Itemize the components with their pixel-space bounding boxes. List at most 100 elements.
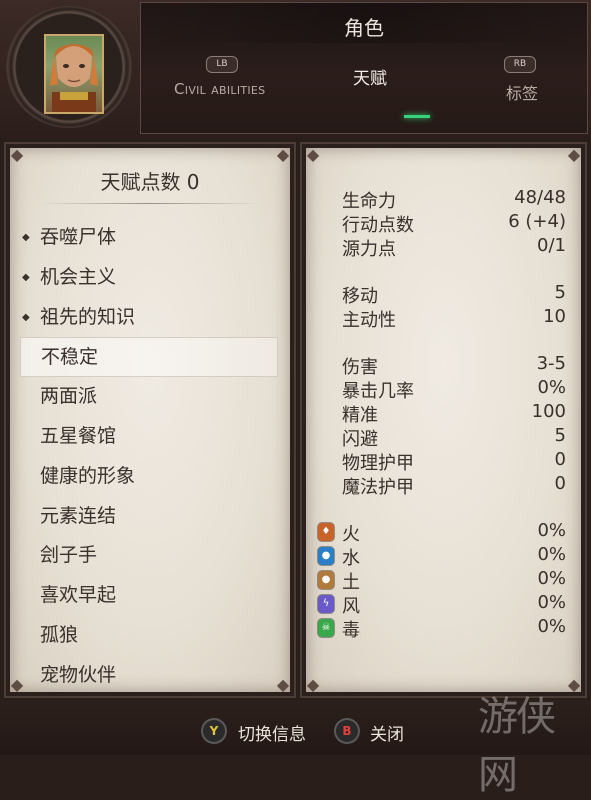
stat-magic-armor: 魔法护甲 0 <box>342 473 566 498</box>
talent-label: 刽子手 <box>40 544 98 567</box>
learned-diamond-icon: ◆ <box>22 271 30 283</box>
resistance-label: 土 <box>342 572 360 593</box>
poison-icon: ☠ <box>318 619 334 637</box>
stat-value: 3-5 <box>536 353 566 374</box>
learned-diamond-icon: ◆ <box>22 311 30 323</box>
talent-label: 不稳定 <box>41 346 99 369</box>
talent-label: 机会主义 <box>40 265 117 288</box>
talent-item[interactable]: 两面派 <box>20 377 278 417</box>
talent-label: 宠物伙伴 <box>40 663 117 686</box>
fire-icon: ♦ <box>318 523 334 541</box>
talent-item[interactable]: ◆ 机会主义 <box>20 258 278 298</box>
stat-label: 移动 <box>342 286 378 307</box>
stat-label: 主动性 <box>342 310 396 331</box>
close-button[interactable]: 关闭 <box>370 720 404 745</box>
active-tab-indicator <box>404 115 430 118</box>
page-title: 角色 <box>344 16 384 40</box>
stat-physical-armor: 物理护甲 0 <box>342 449 566 474</box>
stat-action-points: 行动点数 6 (+4) <box>342 211 566 236</box>
rb-bumper-badge: RB <box>504 56 536 73</box>
stat-vitality: 生命力 48/48 <box>342 187 566 212</box>
stat-source-points: 源力点 0/1 <box>342 235 566 260</box>
air-icon: ϟ <box>318 595 334 613</box>
resistance-water: ● 水 0% <box>318 544 566 569</box>
tab-talents[interactable]: 天赋 <box>330 64 410 89</box>
talent-item[interactable]: 刽子手 <box>20 536 278 576</box>
stat-accuracy: 精准 100 <box>342 401 566 426</box>
talent-label: 两面派 <box>40 385 98 408</box>
ornament-corner-icon: ◆ <box>276 145 290 164</box>
portrait-frame[interactable] <box>6 6 132 128</box>
talent-label: 喜欢早起 <box>40 584 117 607</box>
talent-item[interactable]: ◆ 吞噬尸体 <box>20 218 278 258</box>
resistance-poison: ☠ 毒 0% <box>318 616 566 641</box>
stat-label: 魔法护甲 <box>342 477 414 498</box>
learned-diamond-icon: ◆ <box>22 232 30 243</box>
stat-value: 0% <box>537 377 566 398</box>
resistance-value: 0% <box>537 568 566 589</box>
stat-value: 5 <box>554 425 566 446</box>
stat-label: 行动点数 <box>342 215 414 236</box>
stat-value: 48/48 <box>514 187 566 208</box>
talent-item[interactable]: ◆ 祖先的知识 <box>20 298 278 338</box>
ornament-corner-icon: ◆ <box>306 675 320 694</box>
resistance-label: 风 <box>342 596 360 617</box>
watermark-logo: 游侠网 <box>478 694 556 798</box>
resistance-fire: ♦ 火 0% <box>318 520 566 545</box>
talent-item[interactable]: 健康的形象 <box>20 457 278 497</box>
earth-icon: ● <box>318 571 334 589</box>
resistance-value: 0% <box>537 544 566 565</box>
water-icon: ● <box>318 547 334 565</box>
stat-initiative: 主动性 10 <box>342 306 566 331</box>
y-button-icon[interactable]: Y <box>203 720 225 742</box>
character-portrait[interactable] <box>44 34 104 114</box>
stat-value: 10 <box>543 306 566 327</box>
switch-info-button[interactable]: 切换信息 <box>238 720 306 745</box>
resistance-value: 0% <box>537 520 566 541</box>
divider <box>40 203 260 204</box>
talent-item[interactable]: 孤狼 <box>20 616 278 656</box>
resistance-value: 0% <box>537 592 566 613</box>
stat-label: 伤害 <box>342 357 378 378</box>
stat-value: 0/1 <box>537 235 566 256</box>
talent-item[interactable]: 五星餐馆 <box>20 417 278 457</box>
stat-label: 闪避 <box>342 429 378 450</box>
resistance-label: 毒 <box>342 620 360 641</box>
stat-damage: 伤害 3-5 <box>342 353 566 378</box>
tab-civil-abilities[interactable]: Civil abilities <box>174 80 265 98</box>
stat-label: 暴击几率 <box>342 381 414 402</box>
talent-label: 健康的形象 <box>40 464 136 487</box>
resistance-label: 水 <box>342 548 360 569</box>
resistance-air: ϟ 风 0% <box>318 592 566 617</box>
stat-value: 100 <box>531 401 566 422</box>
resistance-label: 火 <box>342 524 360 545</box>
lb-bumper-badge: LB <box>206 56 238 73</box>
talent-label: 元素连结 <box>40 504 117 527</box>
stat-movement: 移动 5 <box>342 282 566 307</box>
stat-label: 精准 <box>342 405 378 426</box>
talent-label: 五星餐馆 <box>40 424 117 447</box>
stat-label: 源力点 <box>342 239 396 260</box>
header-bar: 角色 LB Civil abilities 天赋 RB 标签 <box>0 0 591 138</box>
talent-item-selected[interactable]: 不稳定 <box>20 337 278 378</box>
ornament-corner-icon: ◆ <box>10 145 24 164</box>
stat-value: 0 <box>554 473 566 494</box>
stat-crit-chance: 暴击几率 0% <box>342 377 566 402</box>
ornament-corner-icon: ◆ <box>306 145 320 164</box>
resistance-value: 0% <box>537 616 566 637</box>
talent-item[interactable]: 宠物伙伴 <box>20 656 278 696</box>
stat-value: 6 (+4) <box>508 211 566 232</box>
stat-dodge: 闪避 5 <box>342 425 566 450</box>
stat-label: 生命力 <box>342 191 396 212</box>
talent-label: 祖先的知识 <box>40 305 136 328</box>
tab-tags[interactable]: 标签 <box>506 80 538 104</box>
talent-points-label: 天赋点数 0 <box>100 170 200 194</box>
talent-item[interactable]: 元素连结 <box>20 497 278 537</box>
stat-value: 0 <box>554 449 566 470</box>
talent-item[interactable]: 喜欢早起 <box>20 576 278 616</box>
b-button-icon[interactable]: B <box>336 720 358 742</box>
ornament-corner-icon: ◆ <box>567 145 581 164</box>
talent-label: 吞噬尸体 <box>40 226 117 248</box>
talent-label: 孤狼 <box>40 623 79 646</box>
stat-value: 5 <box>554 282 566 303</box>
